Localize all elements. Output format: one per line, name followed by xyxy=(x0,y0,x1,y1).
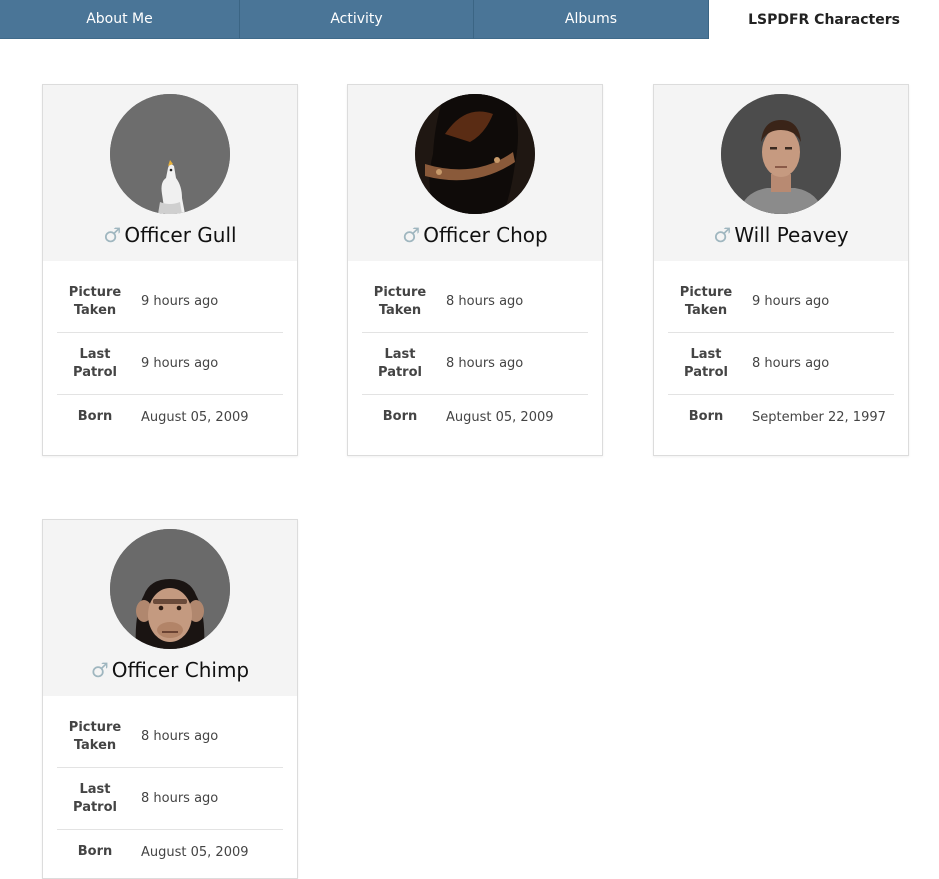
picture-taken-value: 9 hours ago xyxy=(141,294,219,309)
picture-taken-label: Picture Taken xyxy=(68,284,122,318)
last-patrol-label: Last Patrol xyxy=(378,346,422,380)
character-name[interactable]: Officer Gull xyxy=(124,223,236,247)
male-icon: ♂ xyxy=(713,223,732,247)
seagull-avatar-icon[interactable] xyxy=(110,94,230,214)
info-row-born: Born September 22, 1997 xyxy=(668,395,894,439)
picture-taken-label: Picture Taken xyxy=(373,284,427,318)
info-row-last-patrol: Last Patrol 8 hours ago xyxy=(57,768,283,830)
info-row-born: Born August 05, 2009 xyxy=(57,395,283,439)
last-patrol-label: Last Patrol xyxy=(73,781,117,815)
picture-taken-label: Picture Taken xyxy=(679,284,733,318)
tab-lspdfr-characters[interactable]: LSPDFR Characters xyxy=(709,0,939,40)
male-icon: ♂ xyxy=(103,223,122,247)
info-row-picture-taken: Picture Taken 9 hours ago xyxy=(57,271,283,333)
last-patrol-label: Last Patrol xyxy=(73,346,117,380)
picture-taken-value: 8 hours ago xyxy=(141,729,219,744)
last-patrol-value: 8 hours ago xyxy=(446,356,524,371)
card-header: ♂ Officer Chimp xyxy=(43,520,297,696)
male-icon: ♂ xyxy=(402,223,421,247)
male-icon: ♂ xyxy=(90,658,109,682)
info-row-picture-taken: Picture Taken 8 hours ago xyxy=(362,271,588,333)
picture-taken-value: 9 hours ago xyxy=(752,294,830,309)
info-row-picture-taken: Picture Taken 8 hours ago xyxy=(57,706,283,768)
tab-albums[interactable]: Albums xyxy=(474,0,709,39)
card-header: ♂ Officer Chop xyxy=(348,85,602,261)
character-info: Picture Taken 8 hours ago Last Patrol 8 … xyxy=(43,696,297,874)
character-name-row: ♂ Officer Chop xyxy=(348,221,602,249)
last-patrol-label: Last Patrol xyxy=(684,346,728,380)
character-name[interactable]: Officer Chop xyxy=(423,223,548,247)
character-info: Picture Taken 9 hours ago Last Patrol 9 … xyxy=(43,261,297,439)
info-row-last-patrol: Last Patrol 8 hours ago xyxy=(362,333,588,395)
character-name-row: ♂ Officer Gull xyxy=(43,221,297,249)
last-patrol-value: 9 hours ago xyxy=(141,356,219,371)
born-value: August 05, 2009 xyxy=(446,409,554,425)
profile-tab-bar: About Me Activity Albums LSPDFR Characte… xyxy=(0,0,939,40)
tab-about-me[interactable]: About Me xyxy=(0,0,240,39)
card-header: ♂ Will Peavey xyxy=(654,85,908,261)
rottweiler-avatar-icon[interactable] xyxy=(415,94,535,214)
chimpanzee-avatar-icon[interactable] xyxy=(110,529,230,649)
character-name[interactable]: Will Peavey xyxy=(734,223,848,247)
born-value: August 05, 2009 xyxy=(141,844,249,860)
card-header: ♂ Officer Gull xyxy=(43,85,297,261)
born-label: Born xyxy=(77,409,113,424)
last-patrol-value: 8 hours ago xyxy=(141,791,219,806)
born-label: Born xyxy=(688,409,724,424)
man-portrait-avatar-icon[interactable] xyxy=(721,94,841,214)
character-card: ♂ Will Peavey Picture Taken 9 hours ago … xyxy=(653,84,909,456)
born-value: September 22, 1997 xyxy=(752,409,886,425)
character-name[interactable]: Officer Chimp xyxy=(112,658,249,682)
character-info: Picture Taken 9 hours ago Last Patrol 8 … xyxy=(654,261,908,439)
last-patrol-value: 8 hours ago xyxy=(752,356,830,371)
tab-activity[interactable]: Activity xyxy=(240,0,474,39)
picture-taken-label: Picture Taken xyxy=(68,719,122,753)
character-card: ♂ Officer Chop Picture Taken 8 hours ago… xyxy=(347,84,603,456)
character-card: ♂ Officer Chimp Picture Taken 8 hours ag… xyxy=(42,519,298,879)
born-label: Born xyxy=(77,844,113,859)
info-row-born: Born August 05, 2009 xyxy=(362,395,588,439)
character-name-row: ♂ Officer Chimp xyxy=(43,656,297,684)
info-row-last-patrol: Last Patrol 8 hours ago xyxy=(668,333,894,395)
character-name-row: ♂ Will Peavey xyxy=(654,221,908,249)
born-value: August 05, 2009 xyxy=(141,409,249,425)
born-label: Born xyxy=(382,409,418,424)
picture-taken-value: 8 hours ago xyxy=(446,294,524,309)
character-card: ♂ Officer Gull Picture Taken 9 hours ago… xyxy=(42,84,298,456)
character-info: Picture Taken 8 hours ago Last Patrol 8 … xyxy=(348,261,602,439)
info-row-picture-taken: Picture Taken 9 hours ago xyxy=(668,271,894,333)
info-row-born: Born August 05, 2009 xyxy=(57,830,283,874)
info-row-last-patrol: Last Patrol 9 hours ago xyxy=(57,333,283,395)
